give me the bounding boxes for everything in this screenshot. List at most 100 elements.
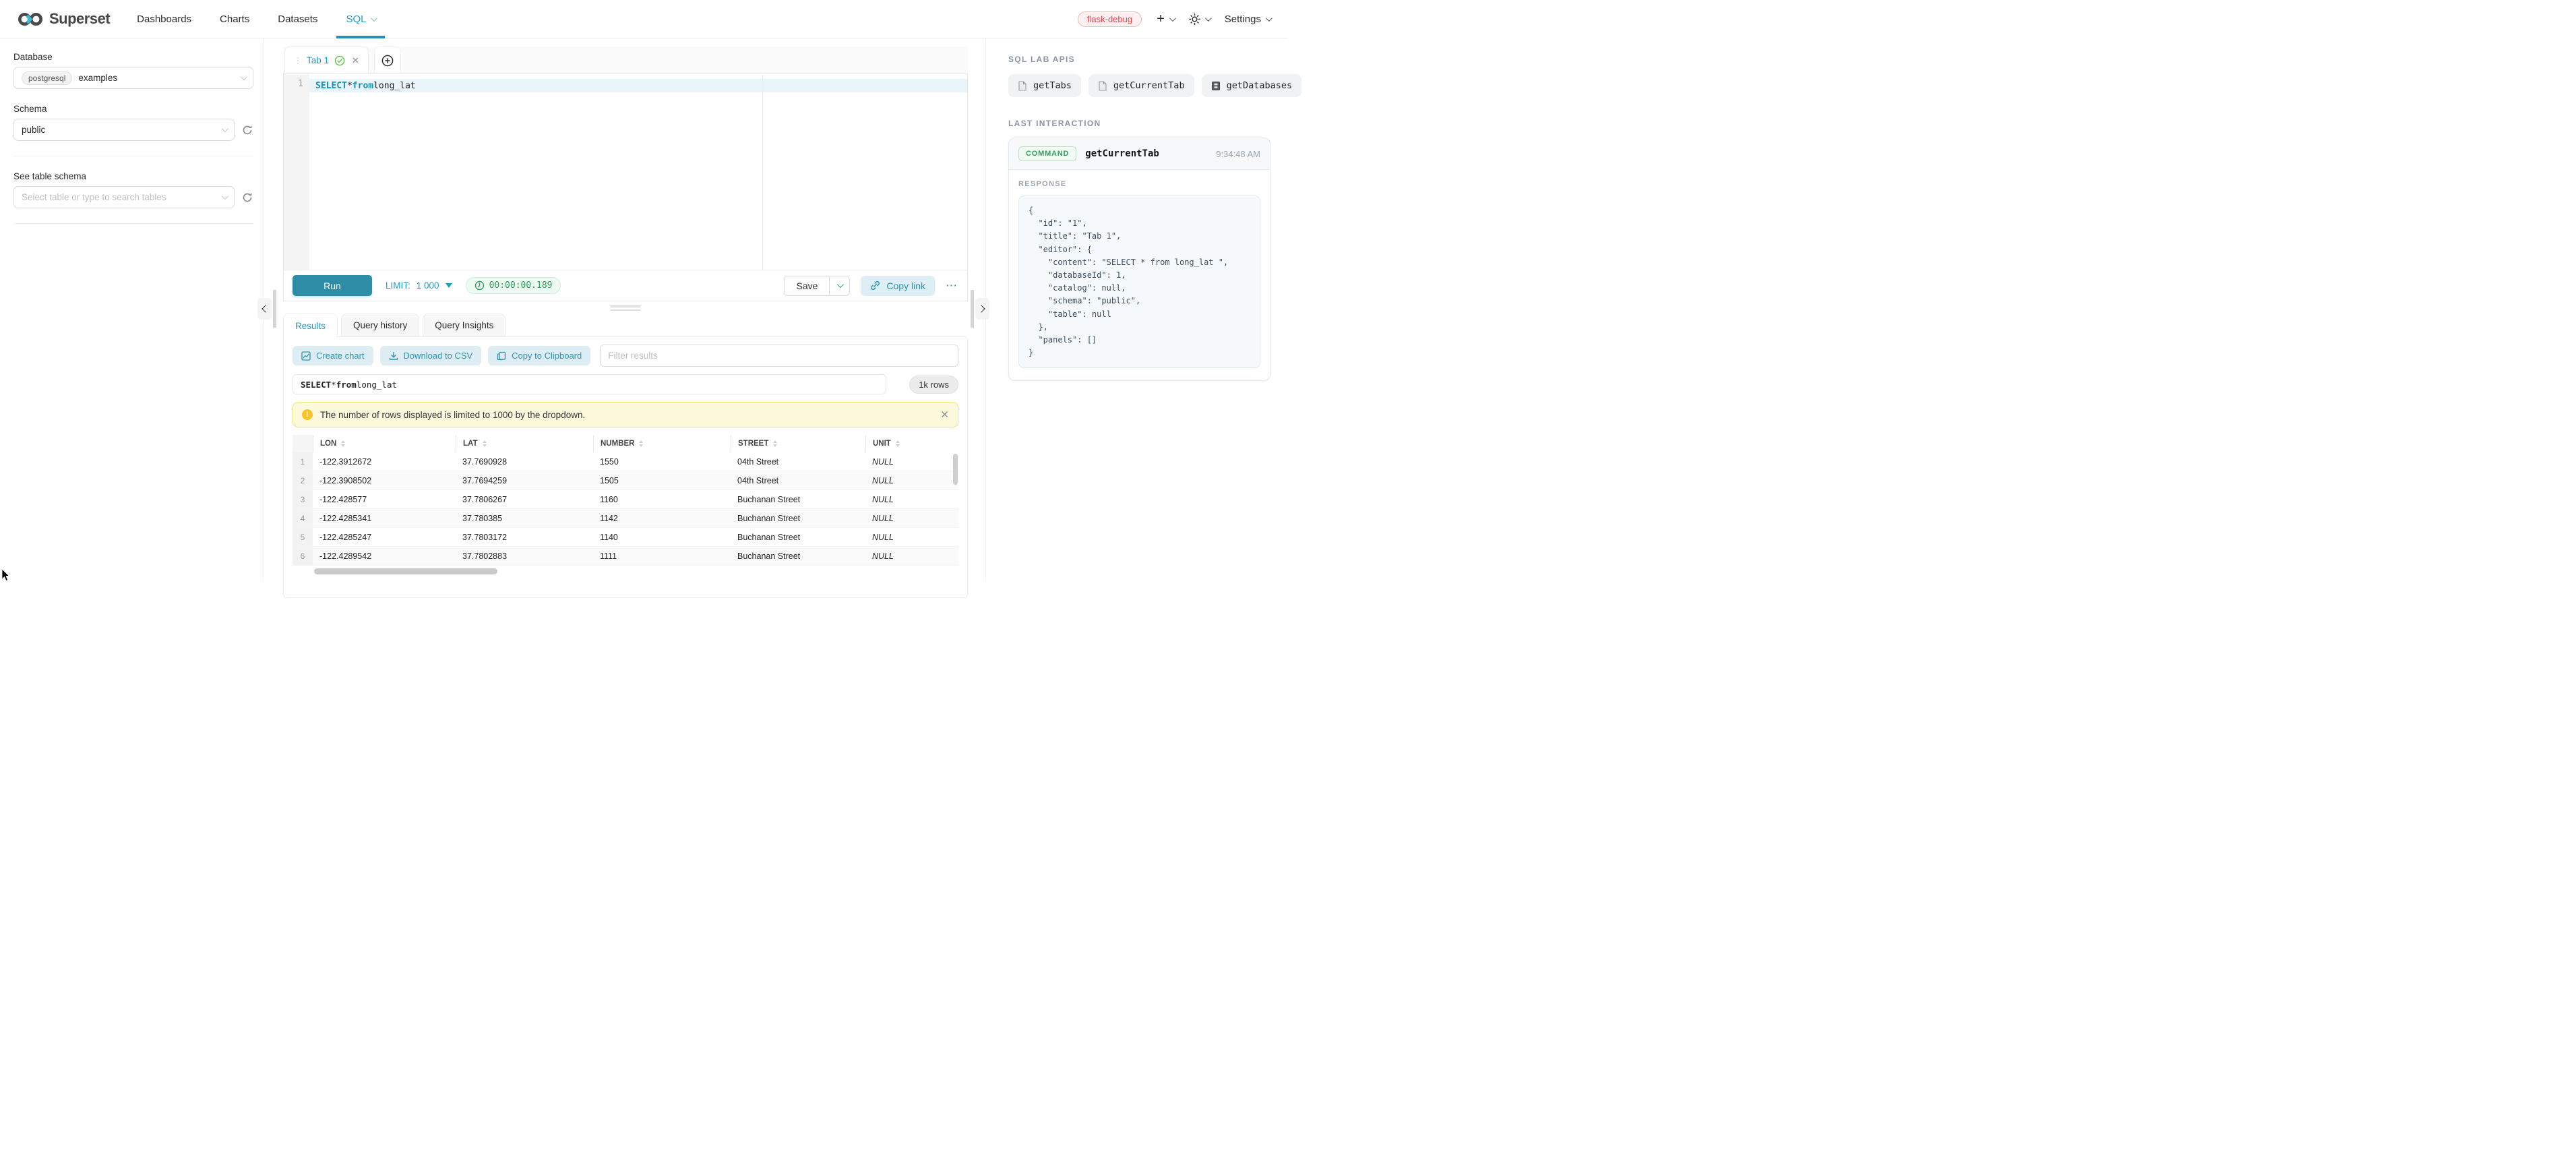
last-interaction-card: COMMAND getCurrentTab 9:34:48 AM RESPONS… <box>1008 138 1270 381</box>
chevron-down-icon <box>371 15 377 22</box>
row-count-badge[interactable]: 1k rows <box>909 376 958 394</box>
save-split-button: Save <box>784 276 850 296</box>
copy-link-button[interactable]: Copy link <box>861 276 935 296</box>
save-options-button[interactable] <box>829 276 849 295</box>
nav-sql[interactable]: SQL <box>346 0 375 38</box>
table-cell: 37.780385 <box>456 514 593 523</box>
nav-charts[interactable]: Charts <box>220 0 249 38</box>
database-label: Database <box>13 52 253 62</box>
collapse-sidebar-button[interactable] <box>257 298 272 320</box>
add-tab-button[interactable] <box>374 47 401 73</box>
schema-label: Schema <box>13 104 253 114</box>
more-options-button[interactable]: ⋯ <box>946 279 958 293</box>
get-databases-button[interactable]: getDatabases <box>1202 74 1302 97</box>
download-csv-button[interactable]: Download to CSV <box>380 346 482 365</box>
close-warning-icon[interactable]: ✕ <box>940 409 949 421</box>
database-select[interactable]: postgresql examples <box>13 67 253 89</box>
sort-icon[interactable] <box>896 440 900 447</box>
get-tabs-button[interactable]: getTabs <box>1008 74 1081 97</box>
last-interaction-title: LAST INTERACTION <box>1008 119 1270 128</box>
sql-token: * <box>347 81 352 91</box>
collapse-right-panel-button[interactable] <box>975 298 989 320</box>
chevron-down-icon <box>241 73 247 80</box>
response-json: { "id": "1", "title": "Tab 1", "editor":… <box>1029 204 1250 359</box>
right-panel-resize-handle[interactable] <box>971 290 974 328</box>
row-number: 1 <box>293 452 313 471</box>
theme-toggle[interactable] <box>1189 13 1210 25</box>
column-header[interactable]: LAT <box>456 435 593 452</box>
column-header[interactable]: STREET <box>731 435 865 452</box>
filter-results-input[interactable] <box>600 345 958 367</box>
table-row: 5-122.428524737.78031721140Buchanan Stre… <box>293 528 958 547</box>
editor-tab[interactable]: ⋮ Tab 1 ✕ <box>284 47 369 73</box>
column-header-label: LAT <box>463 440 478 448</box>
close-tab-icon[interactable]: ✕ <box>352 55 359 66</box>
response-label: RESPONSE <box>1018 180 1260 188</box>
limit-dropdown[interactable]: LIMIT: 1 000 <box>386 280 452 291</box>
api-panel-title: SQL LAB APIS <box>1008 55 1270 64</box>
table-cell: 1140 <box>593 533 731 542</box>
results-table-header: LON LAT NUMBERSTREETUNIT <box>293 435 958 452</box>
mouse-cursor <box>1 569 11 581</box>
row-number-header <box>293 435 313 452</box>
warning-text: The number of rows displayed is limited … <box>320 410 585 420</box>
sun-icon <box>1189 13 1200 25</box>
column-header[interactable]: UNIT <box>865 435 958 452</box>
scrollbar-thumb[interactable] <box>314 568 497 574</box>
link-icon <box>870 280 880 291</box>
table-row: 4-122.428534137.7803851142Buchanan Stree… <box>293 509 958 528</box>
nav-dashboards[interactable]: Dashboards <box>137 0 191 38</box>
create-chart-button[interactable]: Create chart <box>293 346 373 365</box>
interaction-header: COMMAND getCurrentTab 9:34:48 AM <box>1009 138 1270 170</box>
sort-icon[interactable] <box>773 440 777 447</box>
header-actions: flask-debug + Settings <box>1078 11 1270 27</box>
tab-results[interactable]: Results <box>283 314 338 337</box>
editor-tab-title: Tab 1 <box>307 55 329 65</box>
results-table: LONLATNUMBERSTREETUNIT 1-122.391267237.7… <box>293 435 958 576</box>
clock-icon <box>474 280 485 291</box>
superset-logo[interactable]: Superset <box>18 10 110 28</box>
row-number: 2 <box>293 471 313 489</box>
tab-query-insights[interactable]: Query Insights <box>423 314 505 336</box>
horizontal-scrollbar[interactable] <box>293 568 958 576</box>
table-cell: Buchanan Street <box>731 533 865 542</box>
query-timer: 00:00:00.189 <box>466 277 561 294</box>
refresh-icon[interactable] <box>241 124 253 136</box>
command-name: getCurrentTab <box>1085 148 1159 159</box>
sort-icon[interactable] <box>483 440 487 447</box>
command-timestamp: 9:34:48 AM <box>1216 149 1260 159</box>
download-icon <box>389 351 398 361</box>
sort-icon[interactable] <box>639 440 643 447</box>
panel-resize-handle[interactable] <box>610 305 641 311</box>
refresh-icon[interactable] <box>241 191 253 204</box>
column-header[interactable]: NUMBER <box>593 435 731 452</box>
column-header[interactable]: LON <box>313 435 456 452</box>
drag-handle-icon[interactable]: ⋮ <box>294 56 301 65</box>
tab-query-history[interactable]: Query history <box>341 314 419 336</box>
code-area[interactable]: 1 SELECT * from long_lat <box>284 74 967 270</box>
sort-icon[interactable] <box>341 440 345 447</box>
save-button[interactable]: Save <box>785 276 829 295</box>
database-engine-tag: postgresql <box>22 71 72 85</box>
sidebar-resize-handle[interactable] <box>273 290 276 328</box>
chevron-down-icon <box>1266 15 1272 22</box>
vertical-scrollbar[interactable] <box>953 454 958 485</box>
settings-menu[interactable]: Settings <box>1225 13 1270 25</box>
sql-code-line[interactable]: SELECT * from long_lat <box>309 79 967 92</box>
run-button[interactable]: Run <box>293 275 372 296</box>
superset-sql-lab: Superset Dashboards Charts Datasets SQL … <box>0 0 1288 580</box>
table-select[interactable]: Select table or type to search tables <box>13 186 235 208</box>
editor-toolbar: Run LIMIT: 1 000 00:00:00.189 Save <box>284 270 967 301</box>
copy-clipboard-button[interactable]: Copy to Clipboard <box>488 346 590 365</box>
new-item-button[interactable]: + <box>1157 12 1174 26</box>
get-current-tab-button[interactable]: getCurrentTab <box>1088 74 1194 97</box>
table-cell: 1111 <box>593 552 731 561</box>
sql-token: SELECT <box>301 380 331 390</box>
editor-tabstrip: ⋮ Tab 1 ✕ <box>283 47 968 73</box>
chevron-left-icon <box>262 305 269 312</box>
check-circle-icon <box>334 55 345 66</box>
nav-datasets[interactable]: Datasets <box>278 0 317 38</box>
page-icon <box>1018 81 1027 91</box>
elapsed-time: 00:00:00.189 <box>489 280 553 291</box>
schema-select[interactable]: public <box>13 119 235 141</box>
